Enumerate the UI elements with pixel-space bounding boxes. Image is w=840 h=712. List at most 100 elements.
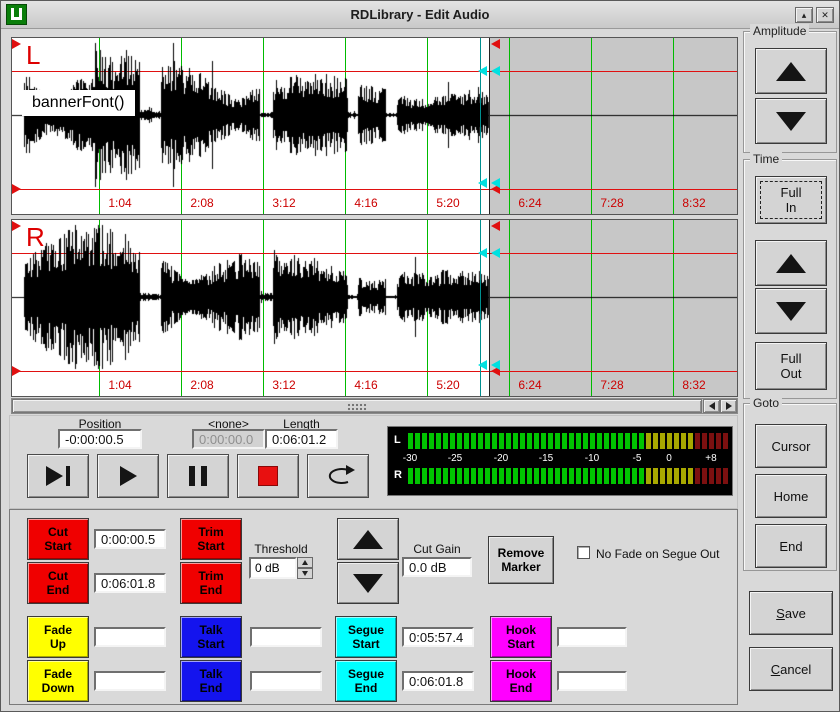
talk-start-field[interactable] xyxy=(250,627,322,647)
fade-up-button[interactable]: Fade Up xyxy=(27,616,89,658)
segue-start-marker-bottom[interactable] xyxy=(478,360,487,370)
hook-end-field[interactable] xyxy=(557,671,627,691)
no-fade-checkbox[interactable] xyxy=(577,546,590,559)
remove-marker-button[interactable]: Remove Marker xyxy=(488,536,554,584)
waveform-panel-right[interactable]: R 1:042:083:124:165:206:247:288:32 xyxy=(11,219,738,397)
meter-segment xyxy=(443,433,448,449)
gain-up-button[interactable] xyxy=(337,518,399,560)
trim-start-button[interactable]: Trim Start xyxy=(180,518,242,560)
waveform-right-canvas[interactable] xyxy=(12,220,737,374)
meter-segment xyxy=(702,433,707,449)
loop-button[interactable] xyxy=(307,454,369,498)
meter-segment xyxy=(429,468,434,484)
threshold-input[interactable] xyxy=(249,557,297,579)
meter-scale-label: -25 xyxy=(441,453,469,464)
goto-cursor-button[interactable]: Cursor xyxy=(755,424,827,468)
play-from-start-button[interactable] xyxy=(27,454,89,498)
time-label: 6:24 xyxy=(508,378,552,392)
play-from-start-icon xyxy=(46,466,63,486)
amplitude-down-button[interactable] xyxy=(755,98,827,144)
meter-segment xyxy=(569,433,574,449)
goto-group-label: Goto xyxy=(750,396,782,410)
close-button[interactable]: ✕ xyxy=(816,7,834,23)
cut-end-line[interactable] xyxy=(489,38,490,214)
meter-scale-label: -5 xyxy=(623,453,651,464)
segue-end-button[interactable]: Segue End xyxy=(335,660,397,702)
scroll-left-button[interactable] xyxy=(703,399,720,413)
meter-segment xyxy=(660,433,665,449)
meter-segment xyxy=(590,468,595,484)
save-button[interactable]: Save xyxy=(749,591,833,635)
segue-start-marker-bottom[interactable] xyxy=(478,178,487,188)
talk-end-button[interactable]: Talk End xyxy=(180,660,242,702)
time-label: 6:24 xyxy=(508,196,552,210)
time-label: 7:28 xyxy=(590,378,634,392)
meter-segment xyxy=(576,468,581,484)
meter-row-left xyxy=(406,433,728,449)
segue-end-marker-bottom[interactable] xyxy=(491,178,500,188)
fade-up-field[interactable] xyxy=(94,627,166,647)
gain-down-button[interactable] xyxy=(337,562,399,604)
segue-start-marker-top[interactable] xyxy=(478,66,487,76)
segue-end-field[interactable] xyxy=(402,671,474,691)
meter-segment xyxy=(436,433,441,449)
hook-end-button[interactable]: Hook End xyxy=(490,660,552,702)
pause-button[interactable] xyxy=(167,454,229,498)
threshold-spin-up-button[interactable] xyxy=(297,557,313,568)
talk-end-field[interactable] xyxy=(250,671,322,691)
segue-start-button[interactable]: Segue Start xyxy=(335,616,397,658)
meter-segment xyxy=(520,433,525,449)
meter-segment xyxy=(541,468,546,484)
pause-icon xyxy=(201,466,207,486)
meter-segment xyxy=(681,433,686,449)
cut-end-field[interactable] xyxy=(94,573,166,593)
goto-home-button[interactable]: Home xyxy=(755,474,827,518)
meter-scale-label: -15 xyxy=(532,453,560,464)
amplitude-up-button[interactable] xyxy=(755,48,827,94)
time-full-out-button[interactable]: Full Out xyxy=(755,342,827,390)
segue-end-marker-bottom[interactable] xyxy=(491,360,500,370)
waveform-panel-left[interactable]: L bannerFont() 1:042:083:124:165:206:247… xyxy=(11,37,738,215)
stop-button[interactable] xyxy=(237,454,299,498)
cut-start-marker-top[interactable] xyxy=(12,39,21,49)
cut-end-marker-top[interactable] xyxy=(491,221,500,231)
banner-text: bannerFont() xyxy=(22,90,135,116)
segue-end-marker-top[interactable] xyxy=(491,66,500,76)
goto-end-button[interactable]: End xyxy=(755,524,827,568)
fade-down-button[interactable]: Fade Down xyxy=(27,660,89,702)
talk-start-button[interactable]: Talk Start xyxy=(180,616,242,658)
scrollbar-thumb[interactable] xyxy=(12,399,702,413)
cancel-button[interactable]: Cancel xyxy=(749,647,833,691)
segue-start-marker-top[interactable] xyxy=(478,248,487,258)
cut-start-field[interactable] xyxy=(94,529,166,549)
audio-meter: L -30-25-20-15-10-50+8 R xyxy=(387,426,733,496)
time-zoom-in-button[interactable] xyxy=(755,240,827,286)
meter-segment xyxy=(506,468,511,484)
segue-end-marker-top[interactable] xyxy=(491,248,500,258)
hook-start-button[interactable]: Hook Start xyxy=(490,616,552,658)
cut-gain-field[interactable] xyxy=(402,557,472,577)
titlebar[interactable]: RDLibrary - Edit Audio ▴ ✕ xyxy=(1,1,839,29)
down-arrow-icon xyxy=(776,112,806,131)
time-full-in-button[interactable]: Full In xyxy=(755,176,827,224)
shade-button[interactable]: ▴ xyxy=(795,7,813,23)
meter-segment xyxy=(604,433,609,449)
cut-start-button[interactable]: Cut Start xyxy=(27,518,89,560)
waveform-scrollbar[interactable] xyxy=(11,398,738,414)
trim-end-button[interactable]: Trim End xyxy=(180,562,242,604)
cut-end-line[interactable] xyxy=(489,220,490,396)
hook-start-field[interactable] xyxy=(557,627,627,647)
fade-down-field[interactable] xyxy=(94,671,166,691)
threshold-spin-down-button[interactable] xyxy=(297,568,313,579)
play-button[interactable] xyxy=(97,454,159,498)
segue-start-field[interactable] xyxy=(402,627,474,647)
time-zoom-out-button[interactable] xyxy=(755,288,827,334)
meter-segment xyxy=(639,468,644,484)
cut-end-button[interactable]: Cut End xyxy=(27,562,89,604)
meter-segment xyxy=(590,433,595,449)
cut-end-marker-top[interactable] xyxy=(491,39,500,49)
meter-segment xyxy=(450,468,455,484)
length-field xyxy=(265,429,338,449)
scroll-right-button[interactable] xyxy=(720,399,737,413)
cut-start-marker-top[interactable] xyxy=(12,221,21,231)
